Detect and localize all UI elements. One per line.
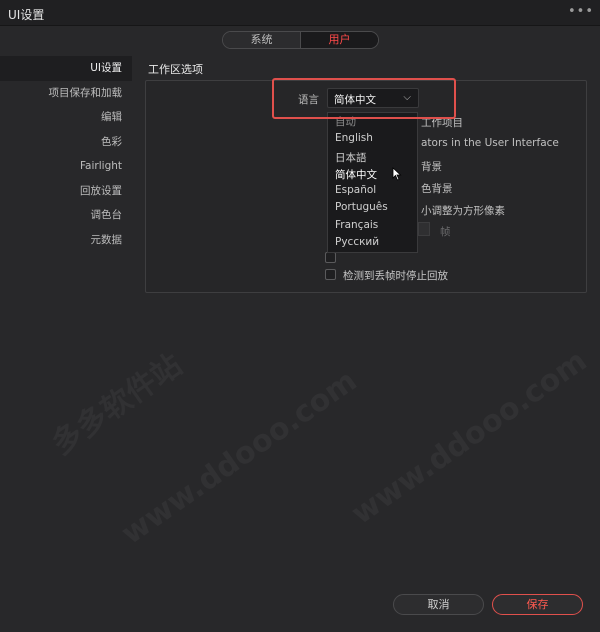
sidebar-item-fairlight[interactable]: Fairlight [0, 154, 132, 179]
settings-sidebar: UI设置 项目保存和加载 编辑 色彩 Fairlight 回放设置 调色台 元数… [0, 56, 132, 252]
section-title: 工作区选项 [148, 63, 203, 76]
watermark-url-2: www.ddooo.com [345, 343, 593, 531]
option-partial-3: 背景 [421, 161, 442, 173]
sidebar-item-playback[interactable]: 回放设置 [0, 179, 132, 204]
frame-count-input[interactable] [418, 222, 430, 236]
option-row-hidden [325, 251, 375, 265]
stop-playback-label: 检测到丢帧时停止回放 [343, 270, 448, 282]
language-highlight-box [272, 78, 456, 119]
frame-unit-label: 帧 [440, 226, 451, 238]
language-option-french[interactable]: Français [335, 219, 378, 231]
watermark-text: 多多软件站 [41, 341, 189, 463]
option-partial-2: ators in the User Interface [421, 137, 559, 149]
sidebar-item-metadata[interactable]: 元数据 [0, 228, 132, 253]
more-options-icon[interactable]: ••• [568, 4, 594, 19]
option-row-stop-playback: 检测到丢帧时停止回放 [325, 268, 525, 282]
sidebar-item-project-save-load[interactable]: 项目保存和加载 [0, 81, 132, 106]
option-partial-4: 色背景 [421, 183, 453, 195]
sidebar-item-color[interactable]: 色彩 [0, 130, 132, 155]
language-option-japanese[interactable]: 日本語 [335, 150, 367, 165]
sidebar-item-control-panels[interactable]: 调色台 [0, 203, 132, 228]
cancel-button[interactable]: 取消 [393, 594, 484, 615]
title-bar: UI设置 ••• [0, 0, 600, 26]
language-option-russian[interactable]: Русский [335, 236, 379, 248]
scope-tabs: 系统 用户 [222, 31, 379, 49]
window-title: UI设置 [8, 8, 45, 22]
save-button[interactable]: 保存 [492, 594, 583, 615]
stop-playback-checkbox[interactable] [325, 269, 336, 280]
watermark-url: www.ddooo.com [115, 363, 363, 551]
tab-system[interactable]: 系统 [223, 32, 300, 48]
option-partial-5: 小调整为方形像素 [421, 205, 505, 217]
language-option-simplified-chinese[interactable]: 简体中文 [335, 167, 377, 182]
language-option-english[interactable]: English [335, 132, 373, 144]
language-dropdown-list: 自动 English 日本語 简体中文 Español Português Fr… [327, 112, 418, 253]
language-option-portuguese[interactable]: Português [335, 201, 388, 213]
sidebar-item-editing[interactable]: 编辑 [0, 105, 132, 130]
tab-user[interactable]: 用户 [300, 32, 378, 48]
mouse-cursor-icon [392, 167, 402, 181]
sidebar-item-ui-settings[interactable]: UI设置 [0, 56, 132, 81]
language-option-spanish[interactable]: Español [335, 184, 376, 196]
option-checkbox-hidden[interactable] [325, 252, 336, 263]
